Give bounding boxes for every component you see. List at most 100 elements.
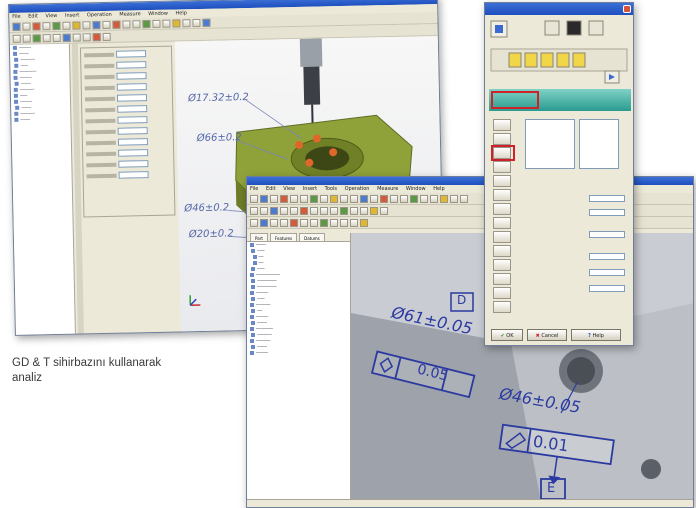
tool-icon[interactable] (566, 20, 582, 36)
toolbar-button[interactable] (62, 21, 71, 30)
tolerance-type-button[interactable] (493, 175, 511, 187)
toolbar-button[interactable] (360, 218, 368, 227)
symbol-button[interactable] (524, 52, 538, 68)
toolbar-button[interactable] (360, 206, 368, 215)
property-row[interactable] (85, 126, 170, 137)
toolbar-button[interactable] (172, 18, 181, 28)
property-row[interactable] (85, 115, 169, 126)
toolbar-button[interactable] (380, 194, 388, 203)
toolbar-button[interactable] (300, 206, 308, 215)
menu-item[interactable]: Operation (87, 12, 112, 19)
close-icon[interactable] (623, 5, 631, 13)
tolerance-type-button[interactable] (493, 273, 511, 285)
property-row[interactable] (84, 93, 169, 104)
toolbar-button[interactable] (42, 33, 51, 42)
value-field[interactable] (589, 253, 625, 260)
toolbar-button[interactable] (340, 194, 348, 203)
toolbar-button[interactable] (460, 194, 468, 203)
tolerance-type-button[interactable] (493, 245, 511, 257)
menu-item[interactable]: Window (406, 186, 426, 192)
toolbar-button[interactable] (32, 21, 41, 30)
toolbar-button[interactable] (62, 33, 71, 42)
toolbar-button[interactable] (320, 218, 328, 227)
toolbar-button[interactable] (152, 19, 161, 28)
toolbar-button[interactable] (142, 19, 151, 28)
toolbar-button[interactable] (280, 218, 288, 227)
toolbar-button[interactable] (290, 194, 298, 203)
value-field[interactable] (589, 231, 625, 238)
menu-item[interactable]: File (250, 186, 258, 192)
feature-list[interactable] (525, 119, 575, 169)
value-field[interactable] (589, 209, 625, 216)
tolerance-type-button[interactable] (493, 203, 511, 215)
menu-item[interactable]: Measure (377, 186, 398, 192)
symbol-button[interactable] (572, 52, 586, 68)
help-button[interactable]: ? Help (571, 329, 621, 341)
menu-item[interactable]: Edit (28, 13, 38, 19)
toolbar-button[interactable] (102, 20, 111, 29)
tree-item[interactable]: ──── (11, 116, 70, 123)
toolbar-button[interactable] (102, 32, 111, 41)
toolbar-button[interactable] (250, 206, 258, 215)
toolbar-button[interactable] (330, 206, 338, 215)
property-row[interactable] (84, 82, 169, 93)
toolbar-button[interactable] (420, 194, 428, 203)
toolbar-button[interactable] (300, 194, 308, 203)
toolbar-button[interactable] (280, 206, 288, 215)
toolbar-button[interactable] (340, 218, 348, 227)
value-field[interactable] (589, 195, 625, 202)
datum-list[interactable] (579, 119, 619, 169)
toolbar-button[interactable] (42, 21, 51, 30)
toolbar-button[interactable] (410, 194, 418, 203)
toolbar-button[interactable] (310, 206, 318, 215)
property-row[interactable] (85, 137, 170, 148)
menu-item[interactable]: Window (148, 11, 168, 17)
toolbar-button[interactable] (290, 218, 298, 227)
property-row[interactable] (85, 104, 169, 115)
toolbar-button[interactable] (192, 18, 201, 27)
toolbar-button[interactable] (250, 218, 258, 227)
value-field[interactable] (589, 269, 625, 276)
toolbar-button[interactable] (72, 32, 81, 42)
tolerance-type-button[interactable] (493, 133, 511, 145)
toolbar-button[interactable] (290, 206, 298, 215)
tolerance-type-button[interactable] (493, 119, 511, 131)
menu-item[interactable]: Edit (266, 186, 276, 192)
toolbar-button[interactable] (370, 206, 378, 215)
tab-part[interactable]: Part (250, 233, 268, 241)
toolbar-button[interactable] (92, 20, 101, 29)
toolbar-button[interactable] (310, 194, 318, 203)
tab-datums[interactable]: Datums (299, 233, 325, 241)
cancel-button[interactable]: ✖ Cancel (527, 329, 567, 341)
toolbar-button[interactable] (340, 206, 348, 215)
toolbar-button[interactable] (52, 21, 61, 30)
symbol-button[interactable] (540, 52, 554, 68)
toolbar-button[interactable] (132, 19, 141, 28)
value-field[interactable] (589, 285, 625, 292)
toolbar-button[interactable] (162, 19, 171, 28)
tolerance-type-button[interactable] (493, 259, 511, 271)
toolbar-button[interactable] (12, 34, 21, 43)
toolbar-button[interactable] (450, 194, 458, 203)
menu-item[interactable]: View (45, 13, 57, 19)
toolbar-button[interactable] (250, 194, 258, 203)
toolbar-button[interactable] (270, 194, 278, 203)
toolbar-button[interactable] (330, 218, 338, 227)
toolbar-button[interactable] (390, 194, 398, 203)
menu-item[interactable]: Operation (345, 186, 370, 192)
toolbar-button[interactable] (122, 19, 131, 29)
toolbar-button[interactable] (72, 20, 81, 30)
tool-icon[interactable] (544, 20, 560, 36)
tolerance-type-button[interactable] (493, 161, 511, 173)
toolbar-button[interactable] (260, 194, 268, 203)
toolbar-button[interactable] (330, 194, 338, 203)
toolbar-button[interactable] (22, 22, 31, 31)
toolbar-button[interactable] (360, 194, 368, 203)
menu-item[interactable]: Tools (325, 186, 337, 192)
property-row[interactable] (86, 159, 170, 170)
toolbar-button[interactable] (320, 206, 328, 215)
toolbar-button[interactable] (350, 218, 358, 227)
toolbar-button[interactable] (12, 22, 21, 31)
toolbar-button[interactable] (112, 20, 121, 29)
toolbar-button[interactable] (440, 194, 448, 203)
